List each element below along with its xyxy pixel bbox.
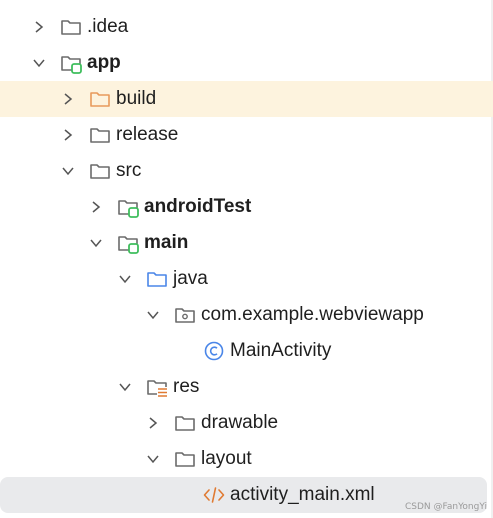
source-folder-icon: [146, 268, 168, 290]
folder-icon: [60, 16, 82, 38]
chevron-down-icon[interactable]: [31, 55, 47, 71]
tree-item-package[interactable]: com.example.webviewapp: [0, 297, 493, 333]
tree-item-res[interactable]: res: [0, 369, 493, 405]
tree-item-label: src: [116, 160, 142, 181]
tree-item-java[interactable]: java: [0, 261, 493, 297]
tree-item-release[interactable]: release: [0, 117, 493, 153]
tree-item-main[interactable]: main: [0, 225, 493, 261]
tree-item-label: com.example.webviewapp: [201, 304, 424, 325]
tree-item-app[interactable]: app: [0, 45, 493, 81]
folder-icon: [89, 124, 111, 146]
tree-item-build[interactable]: build: [0, 81, 493, 117]
chevron-down-icon[interactable]: [117, 379, 133, 395]
chevron-down-icon[interactable]: [88, 235, 104, 251]
class-icon: [203, 340, 225, 362]
tree-item-mainactivity[interactable]: MainActivity: [0, 333, 493, 369]
tree-item-label: main: [144, 232, 189, 253]
tree-item-label: MainActivity: [230, 340, 332, 361]
tree-item-drawable[interactable]: drawable: [0, 405, 493, 441]
tree-item-label: androidTest: [144, 196, 252, 217]
module-folder-icon: [117, 232, 139, 254]
module-folder-icon: [117, 196, 139, 218]
tree-item-label: release: [116, 124, 179, 145]
chevron-right-icon[interactable]: [145, 415, 161, 431]
package-icon: [174, 304, 196, 326]
watermark: CSDN @FanYongYi: [405, 502, 487, 512]
tree-item-label: layout: [201, 448, 252, 469]
chevron-right-icon[interactable]: [60, 91, 76, 107]
tree-item-label: activity_main.xml: [230, 484, 375, 505]
module-folder-icon: [60, 52, 82, 74]
chevron-right-icon[interactable]: [60, 127, 76, 143]
tree-item-label: drawable: [201, 412, 279, 433]
tree-item-label: app: [87, 52, 121, 73]
tree-item-label: res: [173, 376, 200, 397]
tree-item-androidtest[interactable]: androidTest: [0, 189, 493, 225]
tree-item-layout[interactable]: layout: [0, 441, 493, 477]
excluded-folder-icon: [89, 88, 111, 110]
tree-item-label: .idea: [87, 16, 129, 37]
folder-icon: [174, 412, 196, 434]
chevron-down-icon[interactable]: [60, 163, 76, 179]
chevron-down-icon[interactable]: [145, 451, 161, 467]
chevron-right-icon[interactable]: [31, 19, 47, 35]
xml-file-icon: [203, 484, 225, 506]
tree-item-idea[interactable]: .idea: [0, 9, 493, 45]
tree-item-label: build: [116, 88, 157, 109]
chevron-right-icon[interactable]: [88, 199, 104, 215]
project-tree: .idea app build release src androidTest …: [0, 9, 493, 513]
tree-item-label: java: [173, 268, 208, 289]
tree-item-src[interactable]: src: [0, 153, 493, 189]
folder-icon: [174, 448, 196, 470]
chevron-down-icon[interactable]: [117, 271, 133, 287]
chevron-down-icon[interactable]: [145, 307, 161, 323]
resource-folder-icon: [146, 376, 168, 398]
folder-icon: [89, 160, 111, 182]
